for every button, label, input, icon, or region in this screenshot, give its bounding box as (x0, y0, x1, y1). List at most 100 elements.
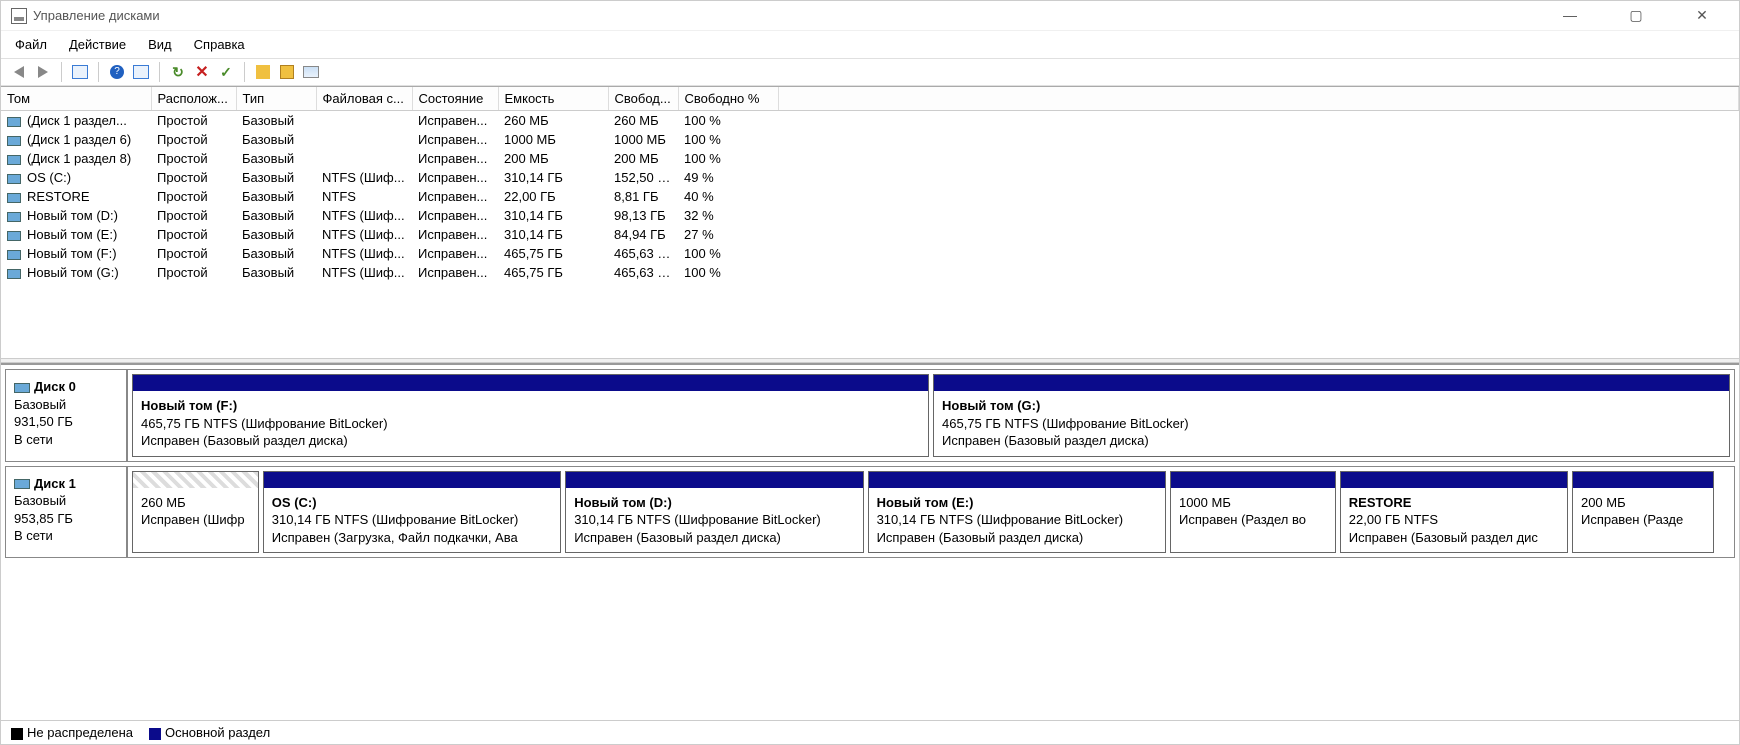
properties-button[interactable] (301, 62, 321, 82)
col-fs[interactable]: Файловая с... (316, 87, 412, 111)
partition-header-bar (264, 472, 560, 488)
cell-freepct: 40 % (678, 187, 778, 206)
volume-table[interactable]: Том Располож... Тип Файловая с... Состоя… (1, 87, 1739, 282)
cell-status: Исправен... (412, 111, 498, 131)
settings-button[interactable] (131, 62, 151, 82)
cell-capacity: 22,00 ГБ (498, 187, 608, 206)
partition-line2: 465,75 ГБ NTFS (Шифрование BitLocker) (141, 415, 920, 433)
disk-type: Базовый (14, 492, 118, 510)
table-row[interactable]: Новый том (D:)ПростойБазовыйNTFS (Шиф...… (1, 206, 1739, 225)
back-button[interactable] (9, 62, 29, 82)
table-header: Том Располож... Тип Файловая с... Состоя… (1, 87, 1739, 111)
partition-body: Новый том (D:)310,14 ГБ NTFS (Шифрование… (566, 488, 862, 553)
partition[interactable]: 200 МБИсправен (Разде (1572, 471, 1714, 554)
col-freepct[interactable]: Свободно % (678, 87, 778, 111)
drive-icon (7, 250, 21, 260)
partition[interactable]: Новый том (D:)310,14 ГБ NTFS (Шифрование… (565, 471, 863, 554)
cell-type: Базовый (236, 111, 316, 131)
col-volume[interactable]: Том (1, 87, 151, 111)
partition[interactable]: RESTORE22,00 ГБ NTFSИсправен (Базовый ра… (1340, 471, 1568, 554)
drive-icon (7, 269, 21, 279)
cell-volume: Новый том (E:) (1, 225, 151, 244)
refresh-button[interactable]: ↻ (168, 62, 188, 82)
partition-title: Новый том (F:) (141, 397, 920, 415)
menu-action[interactable]: Действие (65, 35, 130, 54)
cell-free: 84,94 ГБ (608, 225, 678, 244)
panel-icon (72, 65, 88, 79)
maximize-button[interactable]: ▢ (1613, 7, 1659, 24)
show-hide-tree-button[interactable] (70, 62, 90, 82)
cell-fs: NTFS (316, 187, 412, 206)
table-row[interactable]: Новый том (F:)ПростойБазовыйNTFS (Шиф...… (1, 244, 1739, 263)
partition[interactable]: 1000 МБИсправен (Раздел во (1170, 471, 1336, 554)
legend-swatch-black (11, 728, 23, 740)
partition-line2: 465,75 ГБ NTFS (Шифрование BitLocker) (942, 415, 1721, 433)
col-layout[interactable]: Располож... (151, 87, 236, 111)
cell-type: Базовый (236, 225, 316, 244)
disk-info[interactable]: Диск 0Базовый931,50 ГБВ сети (6, 370, 128, 461)
cell-freepct: 100 % (678, 130, 778, 149)
partition[interactable]: OS (C:)310,14 ГБ NTFS (Шифрование BitLoc… (263, 471, 561, 554)
partition-line2: 22,00 ГБ NTFS (1349, 511, 1559, 529)
partition-header-bar (934, 375, 1729, 391)
legend-unallocated-label: Не распределена (27, 725, 133, 740)
partition-line2: 260 МБ (141, 494, 250, 512)
cell-type: Базовый (236, 168, 316, 187)
help-button[interactable]: ? (107, 62, 127, 82)
partition[interactable]: 260 МБИсправен (Шифр (132, 471, 259, 554)
partition-line3: Исправен (Раздел во (1179, 511, 1327, 529)
menu-file[interactable]: Файл (11, 35, 51, 54)
help-icon: ? (110, 65, 124, 79)
delete-button[interactable]: ✕ (192, 62, 212, 82)
table-row[interactable]: (Диск 1 раздел...ПростойБазовыйИсправен.… (1, 111, 1739, 131)
table-row[interactable]: (Диск 1 раздел 8)ПростойБазовыйИсправен.… (1, 149, 1739, 168)
partition-line2: 310,14 ГБ NTFS (Шифрование BitLocker) (574, 511, 854, 529)
partition-line2: 1000 МБ (1179, 494, 1327, 512)
close-button[interactable]: ✕ (1679, 7, 1725, 24)
table-row[interactable]: OS (C:)ПростойБазовыйNTFS (Шиф...Исправе… (1, 168, 1739, 187)
toolbar: ? ↻ ✕ ✓ (1, 58, 1739, 86)
drive-icon (7, 155, 21, 165)
col-free[interactable]: Свобод... (608, 87, 678, 111)
cell-free: 152,50 ГБ (608, 168, 678, 187)
cell-layout: Простой (151, 244, 236, 263)
titlebar: Управление дисками — ▢ ✕ (1, 1, 1739, 31)
cell-fs: NTFS (Шиф... (316, 168, 412, 187)
volume-list: Том Располож... Тип Файловая с... Состоя… (1, 86, 1739, 358)
partition-header-bar (1171, 472, 1335, 488)
partition[interactable]: Новый том (F:)465,75 ГБ NTFS (Шифрование… (132, 374, 929, 457)
disk-info[interactable]: Диск 1Базовый953,85 ГБВ сети (6, 467, 128, 558)
col-type[interactable]: Тип (236, 87, 316, 111)
cell-capacity: 310,14 ГБ (498, 206, 608, 225)
disk-row: Диск 1Базовый953,85 ГБВ сети260 МБИсправ… (5, 466, 1735, 559)
col-status[interactable]: Состояние (412, 87, 498, 111)
arrow-right-icon (38, 66, 48, 78)
action-button-1[interactable] (253, 62, 273, 82)
col-capacity[interactable]: Емкость (498, 87, 608, 111)
menu-view[interactable]: Вид (144, 35, 176, 54)
table-empty-area[interactable] (1, 282, 1739, 358)
cell-capacity: 260 МБ (498, 111, 608, 131)
table-row[interactable]: Новый том (E:)ПростойБазовыйNTFS (Шиф...… (1, 225, 1739, 244)
cell-type: Базовый (236, 130, 316, 149)
table-row[interactable]: (Диск 1 раздел 6)ПростойБазовыйИсправен.… (1, 130, 1739, 149)
partition[interactable]: Новый том (E:)310,14 ГБ NTFS (Шифрование… (868, 471, 1166, 554)
partition-header-bar (133, 375, 928, 391)
cell-capacity: 200 МБ (498, 149, 608, 168)
partition-body: Новый том (G:)465,75 ГБ NTFS (Шифрование… (934, 391, 1729, 456)
disk-size: 931,50 ГБ (14, 413, 118, 431)
menu-help[interactable]: Справка (190, 35, 249, 54)
partition[interactable]: Новый том (G:)465,75 ГБ NTFS (Шифрование… (933, 374, 1730, 457)
partition-title: Новый том (D:) (574, 494, 854, 512)
forward-button[interactable] (33, 62, 53, 82)
menubar: Файл Действие Вид Справка (1, 31, 1739, 58)
apply-button[interactable]: ✓ (216, 62, 236, 82)
partition-body: 1000 МБИсправен (Раздел во (1171, 488, 1335, 535)
cell-fs: NTFS (Шиф... (316, 263, 412, 282)
table-row[interactable]: Новый том (G:)ПростойБазовыйNTFS (Шиф...… (1, 263, 1739, 282)
table-row[interactable]: RESTOREПростойБазовыйNTFSИсправен...22,0… (1, 187, 1739, 206)
minimize-button[interactable]: — (1547, 7, 1593, 24)
properties-icon (303, 66, 319, 78)
action-button-2[interactable] (277, 62, 297, 82)
cell-volume: (Диск 1 раздел... (1, 111, 151, 131)
